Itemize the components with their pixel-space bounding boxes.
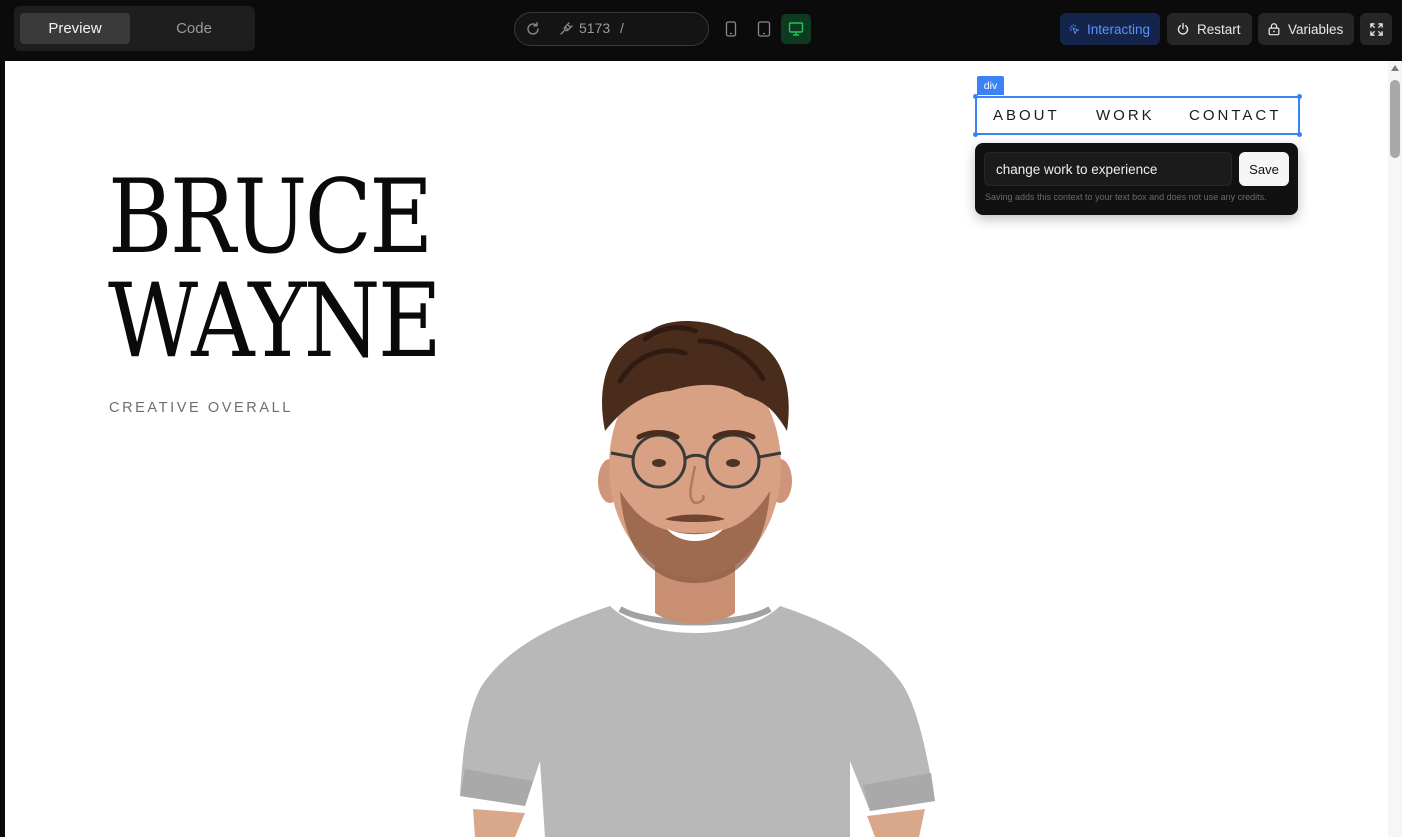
- tab-code[interactable]: Code: [139, 13, 249, 44]
- nav-work[interactable]: WORK: [1096, 107, 1155, 124]
- expand-icon: [1369, 22, 1383, 36]
- selected-nav[interactable]: ABOUT WORK CONTACT: [973, 94, 1302, 137]
- resize-handle-bottom-left[interactable]: [973, 132, 978, 137]
- resize-handle-bottom-right[interactable]: [1297, 132, 1302, 137]
- interacting-label: Interacting: [1086, 21, 1150, 37]
- phone-icon: [725, 21, 737, 37]
- fullscreen-button[interactable]: [1360, 13, 1392, 45]
- hero-name: BRUCE WAYNE: [108, 158, 442, 381]
- tablet-icon: [757, 21, 771, 37]
- save-button[interactable]: Save: [1239, 152, 1289, 186]
- variables-label: Variables: [1288, 21, 1344, 37]
- reload-icon[interactable]: [525, 21, 541, 37]
- interacting-button[interactable]: Interacting: [1060, 13, 1160, 45]
- restart-button[interactable]: Restart: [1167, 13, 1252, 45]
- plug-icon: [560, 22, 573, 35]
- edit-prompt-popup: Save Saving adds this context to your te…: [975, 143, 1298, 215]
- preview-canvas[interactable]: BRUCE WAYNE CREATIVE OVERALL div ABOUT W…: [5, 61, 1402, 837]
- variables-button[interactable]: Variables: [1258, 13, 1354, 45]
- person-portrait-image: [460, 321, 935, 837]
- scroll-up-arrow-icon[interactable]: [1391, 65, 1399, 71]
- device-phone-button[interactable]: [716, 14, 746, 44]
- nav-about[interactable]: ABOUT: [993, 107, 1060, 124]
- resize-handle-top-left[interactable]: [973, 94, 978, 99]
- url-path[interactable]: /: [620, 20, 624, 36]
- lock-icon: [1268, 23, 1280, 36]
- url-port: 5173: [579, 20, 611, 36]
- desktop-icon: [788, 22, 804, 36]
- vertical-scrollbar[interactable]: [1388, 61, 1402, 837]
- name-line-2: WAYNE: [108, 262, 442, 381]
- restart-label: Restart: [1197, 21, 1241, 37]
- hero-subtitle: CREATIVE OVERALL: [109, 400, 293, 416]
- name-line-1: BRUCE: [108, 158, 433, 277]
- url-bar[interactable]: 5173 /: [514, 12, 709, 46]
- element-tag-label: div: [977, 76, 1004, 95]
- view-mode-toggle: Preview Code: [14, 6, 255, 51]
- nav-contact[interactable]: CONTACT: [1189, 107, 1281, 124]
- cursor-click-icon: [1069, 23, 1080, 34]
- resize-handle-top-right[interactable]: [1297, 94, 1302, 99]
- tab-preview[interactable]: Preview: [20, 13, 130, 44]
- top-toolbar: Preview Code 5173 / Interacting Restart …: [0, 0, 1402, 61]
- device-tablet-button[interactable]: [749, 14, 779, 44]
- scrollbar-thumb[interactable]: [1390, 80, 1400, 158]
- device-desktop-button[interactable]: [781, 14, 811, 44]
- power-icon: [1177, 22, 1189, 35]
- edit-prompt-input[interactable]: [984, 152, 1232, 186]
- save-hint: Saving adds this context to your text bo…: [985, 192, 1267, 202]
